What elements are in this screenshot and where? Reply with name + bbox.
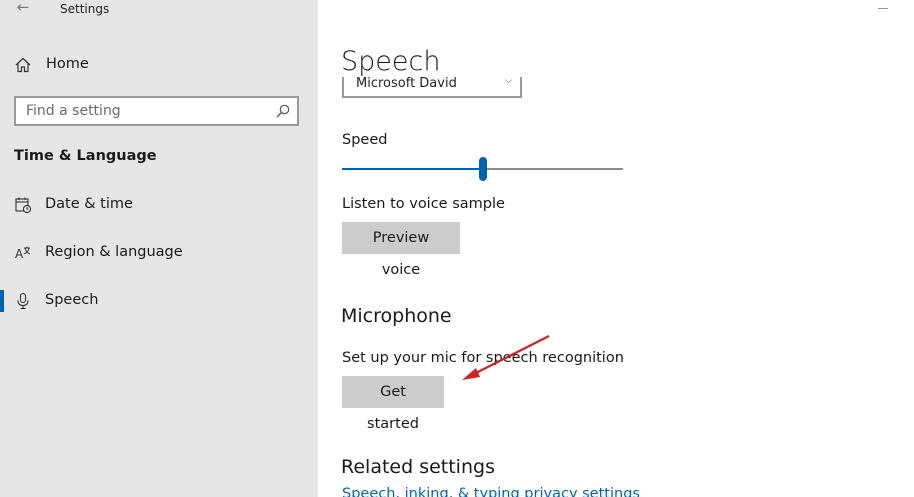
- annotation-arrow-icon: [462, 335, 550, 380]
- app-title: Settings: [60, 2, 110, 16]
- title-bar: ← Settings: [0, 0, 318, 20]
- slider-fill: [342, 168, 483, 170]
- speed-label: Speed: [342, 132, 388, 148]
- sidebar: ← Settings Home Time & Language Date & t…: [0, 0, 318, 497]
- language-icon: A: [15, 246, 31, 261]
- related-settings-heading: Related settings: [341, 456, 495, 478]
- calendar-clock-icon: [15, 197, 32, 214]
- speed-slider[interactable]: [342, 156, 623, 182]
- section-heading: Time & Language: [14, 148, 157, 164]
- privacy-settings-link[interactable]: Speech, inking, & typing privacy setting…: [342, 486, 640, 497]
- sidebar-item-date-time[interactable]: Date & time: [0, 188, 318, 222]
- get-started-button[interactable]: Get started: [342, 376, 444, 432]
- search-icon[interactable]: [275, 103, 291, 119]
- main-content: Microsoft David ⌵ Speech Speed Listen to…: [318, 0, 914, 497]
- search-box[interactable]: [14, 96, 299, 126]
- microphone-icon: [17, 292, 29, 310]
- minimize-icon[interactable]: [874, 0, 892, 14]
- listen-label: Listen to voice sample: [342, 196, 505, 212]
- voice-dropdown-value: Microsoft David: [356, 76, 457, 91]
- sidebar-item-label: Region & language: [45, 244, 183, 260]
- preview-voice-button[interactable]: Preview voice: [342, 222, 460, 278]
- sidebar-item-speech[interactable]: Speech: [0, 284, 318, 318]
- home-label: Home: [46, 56, 89, 72]
- home-icon: [15, 57, 31, 73]
- chevron-down-icon: ⌵: [505, 76, 512, 86]
- active-indicator: [0, 290, 4, 312]
- sidebar-item-region-language[interactable]: A Region & language: [0, 236, 318, 270]
- slider-thumb[interactable]: [479, 157, 487, 181]
- page-title: Speech: [341, 46, 741, 77]
- search-input[interactable]: [16, 98, 266, 124]
- back-arrow-icon[interactable]: ←: [12, 0, 34, 17]
- svg-text:A: A: [15, 247, 24, 261]
- sidebar-item-label: Speech: [45, 292, 99, 308]
- sidebar-item-label: Date & time: [45, 196, 133, 212]
- home-nav-item[interactable]: Home: [0, 50, 318, 80]
- microphone-heading: Microphone: [341, 305, 452, 327]
